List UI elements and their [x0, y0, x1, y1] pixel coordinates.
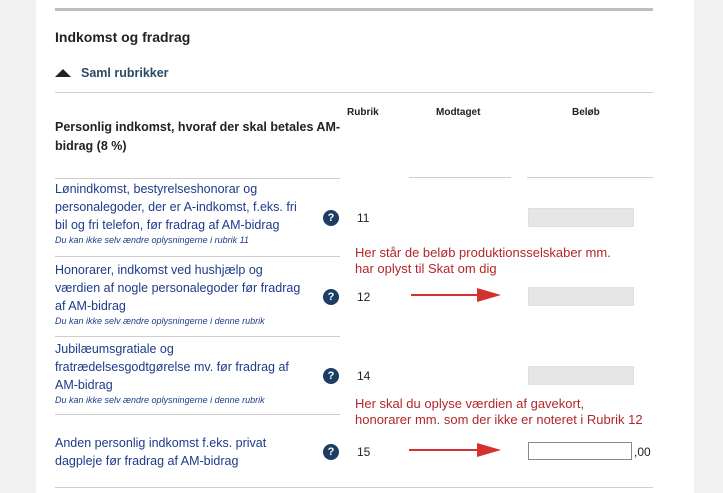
beloeb-input-15[interactable] — [528, 442, 632, 460]
row-11-note: Du kan ikke selv ændre oplysningerne i r… — [55, 235, 249, 245]
row-12-note: Du kan ikke selv ændre oplysningerne i d… — [55, 316, 265, 326]
annotation-gavekort: Her skal du oplyse værdien af gavekort, … — [355, 396, 643, 427]
help-icon[interactable]: ? — [323, 210, 339, 226]
rubrik-14: 14 — [357, 369, 371, 383]
beloeb-suffix: ,00 — [634, 445, 651, 459]
row-14-note: Du kan ikke selv ændre oplysningerne i d… — [55, 395, 265, 405]
collapse-toggle[interactable]: Saml rubrikker — [55, 66, 169, 80]
header-divider — [55, 92, 653, 93]
help-icon[interactable]: ? — [323, 444, 339, 460]
beloeb-field-14 — [528, 366, 634, 385]
beloeb-column-line — [527, 177, 653, 178]
section-title: Indkomst og fradrag — [55, 29, 191, 45]
modtaget-column-line — [409, 177, 511, 178]
row-12-label: Honorarer, indkomst ved hushjælp og værd… — [55, 261, 325, 327]
top-divider — [55, 8, 653, 11]
help-icon[interactable]: ? — [323, 289, 339, 305]
arrow-right-icon — [477, 288, 501, 302]
bottom-divider — [55, 487, 653, 488]
help-icon[interactable]: ? — [323, 368, 339, 384]
rubrik-12: 12 — [357, 290, 371, 304]
row-15-label: Anden personlig indkomst f.eks. privat d… — [55, 436, 267, 468]
arrow-right-icon — [477, 443, 501, 457]
row-11-label: Lønindkomst, bestyrelseshonorar og perso… — [55, 180, 325, 246]
collapse-label: Saml rubrikker — [81, 66, 169, 80]
arrow-shaft — [411, 294, 477, 296]
col-rubrik: Rubrik — [347, 107, 379, 118]
arrow-shaft — [409, 449, 477, 451]
row-divider — [55, 414, 340, 415]
beloeb-field-11 — [528, 208, 634, 227]
annotation-produktionsselskaber: Her står de beløb produktionsselskaber m… — [355, 245, 611, 276]
collapse-up-icon — [55, 69, 71, 77]
col-beloeb: Beløb — [572, 107, 600, 118]
row-14-label: Jubilæumsgratiale og fratrædelsesgodtgør… — [55, 340, 325, 406]
group-heading: Personlig indkomst, hvoraf der skal beta… — [55, 120, 341, 153]
col-modtaget: Modtaget — [436, 107, 481, 118]
row-divider — [55, 178, 340, 179]
rubrik-11: 11 — [357, 211, 370, 225]
beloeb-field-12 — [528, 287, 634, 306]
rubrik-15: 15 — [357, 445, 371, 459]
row-divider — [55, 336, 340, 337]
row-divider — [55, 256, 340, 257]
